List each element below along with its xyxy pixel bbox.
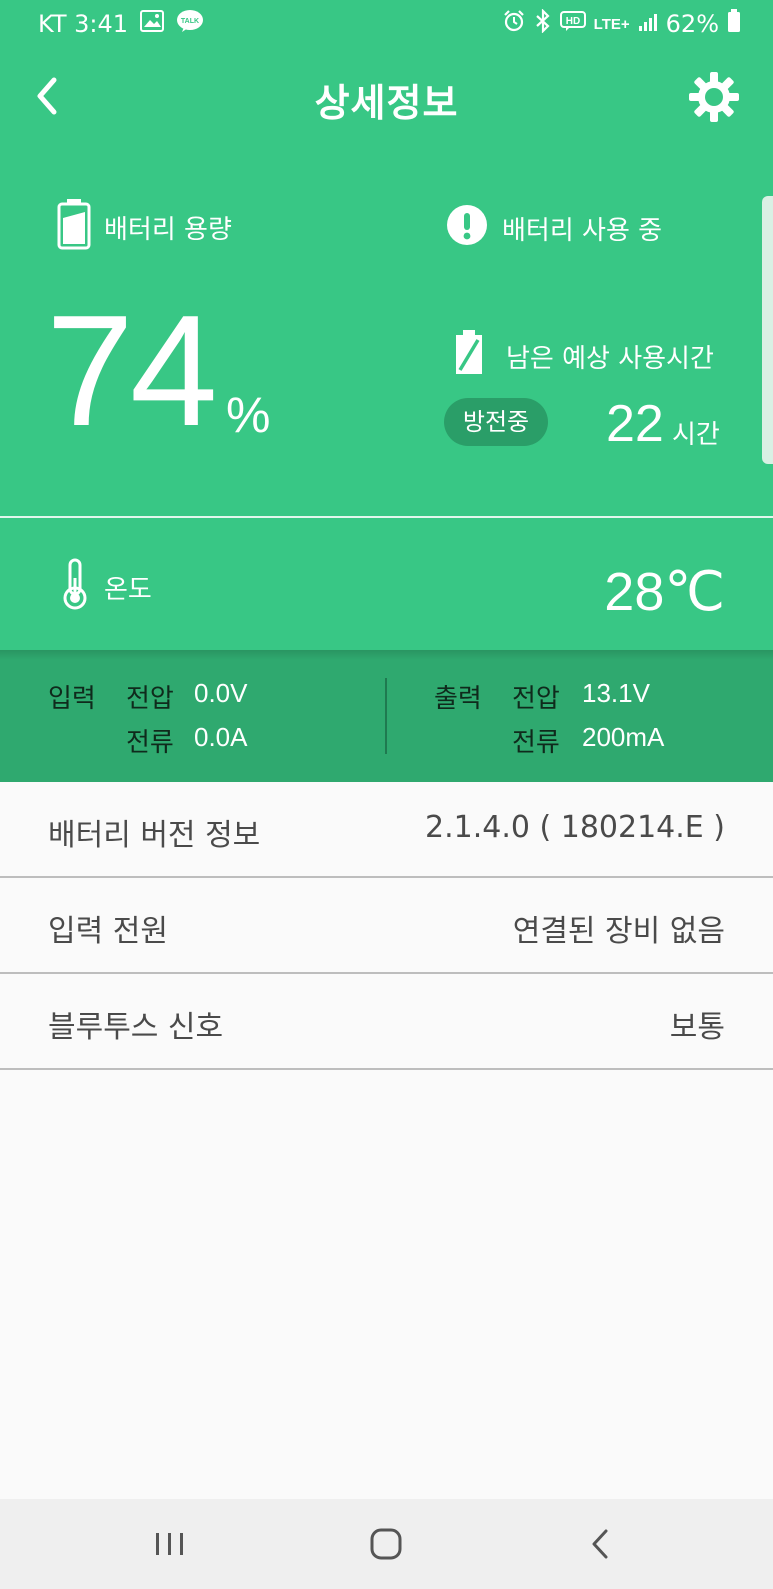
alarm-icon bbox=[502, 9, 526, 39]
page-title: 상세정보 bbox=[314, 81, 459, 125]
usage-label: 배터리 사용 중 bbox=[446, 204, 662, 253]
usage-label-text: 배터리 사용 중 bbox=[502, 216, 663, 246]
status-carrier-time: KT 3:41 bbox=[38, 10, 129, 38]
hd-voice-icon: HD bbox=[559, 10, 586, 38]
output-title: 출력 bbox=[434, 684, 482, 714]
side-scroll-indicator bbox=[762, 196, 773, 464]
input-voltage-label: 전압 bbox=[126, 684, 174, 714]
list-item-value: 2.1.4.0 ( 180214.E ) bbox=[425, 810, 725, 845]
status-battery-icon bbox=[727, 9, 741, 39]
home-icon bbox=[370, 1528, 402, 1560]
thermometer-icon bbox=[62, 558, 88, 617]
home-button[interactable] bbox=[356, 1521, 416, 1567]
status-badge: 방전중 bbox=[444, 398, 548, 446]
exclamation-circle-icon bbox=[446, 204, 488, 253]
remaining-time-value: 22 bbox=[606, 395, 664, 453]
output-voltage-label: 전압 bbox=[512, 684, 560, 714]
status-battery-percent: 62% bbox=[665, 10, 719, 38]
list-item-label: 입력 전원 bbox=[48, 914, 168, 949]
list-item-label: 배터리 버전 정보 bbox=[48, 818, 261, 853]
temperature-label: 온도 bbox=[62, 558, 152, 617]
temperature-label-text: 온도 bbox=[104, 575, 152, 605]
capacity-label-text: 배터리 용량 bbox=[104, 215, 232, 245]
gear-icon bbox=[689, 72, 739, 122]
output-current-label: 전류 bbox=[512, 728, 560, 758]
list-item-label: 블루투스 신호 bbox=[48, 1010, 224, 1045]
status-bar: KT 3:41 TALK HD LTE+ 62% bbox=[0, 0, 773, 46]
bluetooth-icon bbox=[534, 8, 552, 39]
app-bar: 상세정보 bbox=[0, 46, 773, 150]
temperature-value: 28℃ bbox=[604, 562, 725, 622]
battery-percent-value: 74 bbox=[46, 283, 218, 459]
battery-charging-icon bbox=[454, 330, 484, 383]
remaining-time-label-text: 남은 예상 사용시간 bbox=[506, 344, 714, 374]
battery-percent-unit: % bbox=[226, 387, 271, 443]
io-panel: 입력 전압 0.0V 전류 0.0A 출력 전압 13.1V 전류 200mA bbox=[0, 650, 773, 782]
input-title: 입력 bbox=[48, 684, 96, 714]
remaining-time-unit: 시간 bbox=[672, 420, 720, 450]
list-item-battery-version: 배터리 버전 정보 2.1.4.0 ( 180214.E ) bbox=[0, 782, 773, 878]
list-item-value: 연결된 장비 없음 bbox=[512, 914, 725, 949]
nav-back-button[interactable] bbox=[572, 1521, 632, 1567]
temperature-row: 온도 28℃ bbox=[0, 518, 773, 650]
chevron-left-icon bbox=[592, 1529, 608, 1559]
svg-text:TALK: TALK bbox=[181, 18, 199, 25]
io-divider bbox=[385, 678, 387, 754]
svg-text:HD: HD bbox=[565, 16, 579, 27]
gallery-icon bbox=[140, 10, 165, 38]
battery-icon bbox=[56, 198, 92, 257]
remaining-time-label: 남은 예상 사용시간 bbox=[454, 330, 714, 383]
settings-button[interactable] bbox=[687, 70, 741, 124]
navigation-bar bbox=[0, 1499, 773, 1589]
recent-apps-icon bbox=[156, 1533, 183, 1555]
input-current-value: 0.0A bbox=[194, 722, 248, 752]
capacity-label: 배터리 용량 bbox=[56, 198, 232, 257]
input-current-label: 전류 bbox=[126, 728, 174, 758]
input-voltage-value: 0.0V bbox=[194, 678, 248, 708]
output-current-value: 200mA bbox=[582, 722, 665, 752]
signal-icon bbox=[638, 10, 658, 38]
recent-apps-button[interactable] bbox=[140, 1521, 200, 1567]
list-item-value: 보통 bbox=[669, 1010, 725, 1045]
list-item-bluetooth-signal: 블루투스 신호 보통 bbox=[0, 974, 773, 1070]
talk-icon: TALK bbox=[176, 9, 204, 39]
output-voltage-value: 13.1V bbox=[582, 678, 650, 708]
list-item-input-power: 입력 전원 연결된 장비 없음 bbox=[0, 878, 773, 974]
network-icon: LTE+ bbox=[593, 15, 630, 33]
